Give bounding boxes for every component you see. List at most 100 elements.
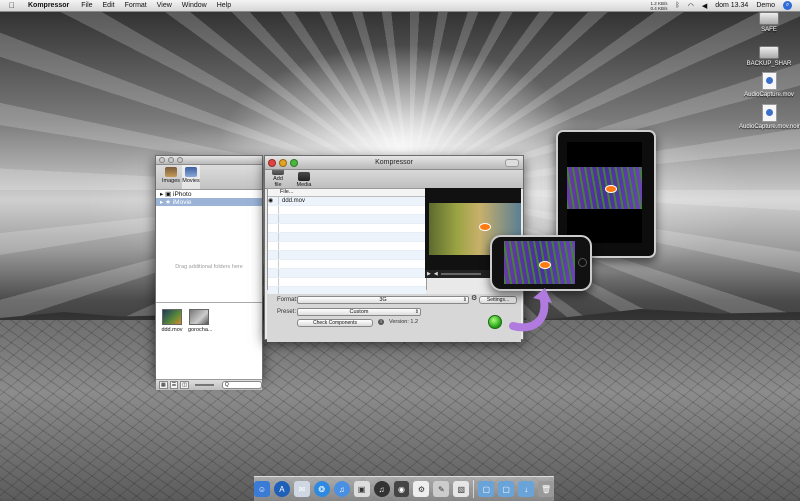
menu-edit[interactable]: Edit [103, 2, 115, 9]
clownfish-shape [539, 261, 551, 269]
movie-file-icon: ◉ [268, 197, 279, 205]
file-column-header[interactable]: File... [268, 189, 426, 197]
format-select[interactable]: 3G ⇕ [297, 296, 469, 304]
start-conversion-button[interactable] [488, 315, 502, 329]
media-browser-window: Images Movies ▸ ▣ iPhoto ▸ ★ iMovie Drag… [155, 155, 263, 390]
media-item[interactable]: ddd.mov [161, 309, 183, 333]
minimize-button[interactable] [168, 157, 174, 163]
desktop-icon-audiocapture[interactable]: AudioCapture.mov [739, 72, 799, 98]
system-preferences-icon[interactable]: ⚙ [413, 481, 430, 497]
spotlight-icon[interactable]: ⌕ [783, 1, 792, 10]
empty-row [268, 224, 426, 233]
tab-movies[interactable]: Movies [182, 165, 200, 189]
finder-icon[interactable]: ☺ [253, 481, 270, 497]
empty-row [268, 278, 426, 287]
preview-icon[interactable]: ▣ [353, 481, 370, 497]
media-item[interactable]: gorocha... [188, 309, 212, 333]
kompressor-window: Kompressor Add file Media File... ◉ ddd.… [264, 155, 524, 342]
itunes-icon[interactable]: ♫ [333, 481, 350, 497]
gear-icon[interactable]: ⚙ [471, 294, 477, 302]
media-browser-tabs: Images Movies [156, 165, 262, 190]
play-icon[interactable]: ▶ [427, 271, 431, 277]
wifi-icon[interactable]: ◠ [688, 2, 694, 10]
search-input[interactable]: Q [221, 381, 262, 389]
icon-view-button[interactable]: ▦ [159, 381, 168, 389]
downloads-folder-icon[interactable]: ↓ [518, 481, 535, 497]
network-monitor[interactable]: 1.2 KB/s 0.4 KB/s [651, 1, 668, 11]
chevron-updown-icon: ⇕ [414, 309, 419, 315]
menu-user[interactable]: Demo [756, 2, 775, 9]
app-store-icon[interactable]: A [273, 481, 290, 497]
tab-images[interactable]: Images [162, 165, 180, 189]
empty-row [268, 260, 426, 269]
preset-select[interactable]: Custom ⇕ [297, 308, 421, 316]
iphoto-icon: ▣ [165, 191, 174, 198]
volume-icon[interactable]: ◀ [434, 271, 438, 277]
empty-row [268, 233, 426, 242]
check-components-button[interactable]: Check Components [297, 319, 373, 327]
close-button[interactable] [268, 158, 276, 167]
menu-view[interactable]: View [157, 2, 172, 9]
applications-folder-icon[interactable]: ▢ [478, 481, 495, 497]
movies-icon [185, 167, 197, 177]
menu-app-name[interactable]: Kompressor [28, 2, 69, 9]
video-thumbnail [162, 309, 182, 325]
menu-extras: 1.2 KB/s 0.4 KB/s ᛒ ◠ ◀ dom 13.34 Demo ⌕ [651, 1, 792, 11]
zoom-button[interactable] [177, 157, 183, 163]
menu-file[interactable]: File [81, 2, 92, 9]
bluetooth-icon[interactable]: ᛒ [676, 2, 680, 9]
desktop-icon-backup[interactable]: BACKUP_SHAR [739, 46, 799, 67]
drop-hint: Drag additional folders here [175, 264, 243, 270]
zoom-button[interactable] [290, 158, 298, 167]
safari-icon[interactable]: ❂ [313, 481, 330, 497]
apple-menu-icon[interactable]:  [9, 1, 19, 10]
empty-row [268, 251, 426, 260]
conversion-arrow-icon [509, 288, 552, 332]
source-list: ▸ ▣ iPhoto ▸ ★ iMovie Drag additional fo… [156, 190, 262, 302]
desktop-icon-label: AudioCapture.mov [744, 92, 794, 98]
minimize-button[interactable] [279, 158, 287, 167]
playback-scrubber[interactable] [440, 273, 481, 275]
iphone-screen [504, 241, 575, 284]
file-name: ddd.mov [282, 198, 306, 204]
desktop-icon-label: BACKUP_SHAR [746, 61, 792, 67]
source-item-imovie[interactable]: ▸ ★ iMovie [156, 198, 262, 206]
menu-help[interactable]: Help [217, 2, 231, 9]
kompressor-icon[interactable]: ▧ [453, 481, 470, 497]
clownfish-shape [479, 223, 491, 231]
desktop-icon-label: AudioCapture.mov.noindex [739, 124, 800, 130]
close-button[interactable] [159, 157, 165, 163]
info-icon[interactable]: i [378, 319, 384, 325]
window-title: Kompressor [375, 159, 413, 166]
drive-icon [759, 12, 779, 25]
net-down-rate: 0.4 KB/s [650, 5, 668, 11]
menu-clock[interactable]: dom 13.34 [715, 2, 748, 9]
script-icon[interactable]: ✎ [433, 481, 450, 497]
photo-booth-icon[interactable]: ◉ [393, 481, 410, 497]
desktop-icon-safe[interactable]: SAFE [739, 12, 799, 33]
column-view-button[interactable]: ◫ [180, 381, 189, 389]
iphone-device-image [490, 235, 592, 291]
menu-window[interactable]: Window [182, 2, 207, 9]
preset-value: Custom [349, 309, 369, 315]
file-row[interactable]: ◉ ddd.mov [268, 197, 426, 206]
dock: ☺ A ✉ ❂ ♫ ▣ ♫ ◉ ⚙ ✎ ▧ ▢ ▢ ↓ 🗑 [253, 476, 555, 501]
menu-format[interactable]: Format [125, 2, 147, 9]
mail-icon[interactable]: ✉ [293, 481, 310, 497]
empty-row [268, 242, 426, 251]
documents-folder-icon[interactable]: ▢ [498, 481, 515, 497]
list-view-button[interactable]: ☰ [169, 381, 179, 389]
toolbar-toggle-button[interactable] [505, 159, 519, 167]
trash-icon[interactable]: 🗑 [538, 481, 555, 497]
home-button [578, 258, 587, 267]
source-item-iphoto[interactable]: ▸ ▣ iPhoto [156, 190, 262, 199]
desktop-icon-audiocapture-noindex[interactable]: AudioCapture.mov.noindex [739, 104, 800, 130]
media-button[interactable]: Media [295, 172, 313, 188]
thumbnail-size-slider[interactable] [194, 384, 214, 386]
preset-label: Preset: [277, 309, 297, 315]
itunes-alt-icon[interactable]: ♫ [373, 481, 390, 497]
media-browser-titlebar[interactable] [156, 156, 262, 165]
volume-icon[interactable]: ◀ [702, 2, 707, 10]
kompressor-titlebar[interactable]: Kompressor [265, 156, 523, 170]
media-browser-footer: ▦ ☰ ◫ Q [156, 379, 262, 390]
